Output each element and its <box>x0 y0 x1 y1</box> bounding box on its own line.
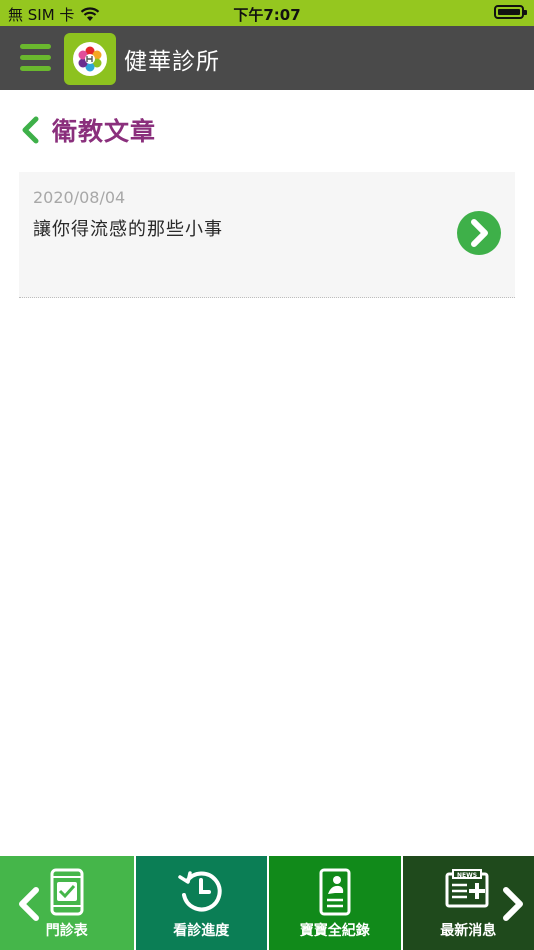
svg-text:NEWS: NEWS <box>457 872 477 879</box>
nav-visit-progress[interactable]: 看診進度 <box>133 856 267 950</box>
article-date: 2020/08/04 <box>33 188 126 207</box>
menu-bar <box>20 66 51 71</box>
menu-bar <box>20 55 51 60</box>
article-title: 讓你得流感的那些小事 <box>33 219 223 240</box>
nav-label: 最新消息 <box>440 923 497 939</box>
nav-clinic-schedule[interactable]: 門診表 <box>0 856 134 950</box>
section-header: 衛教文章 <box>20 112 156 148</box>
menu-bar <box>20 44 51 49</box>
app-header: 健華診所 <box>0 26 534 90</box>
nav-label: 看診進度 <box>173 923 230 939</box>
nav-label: 門診表 <box>45 923 88 939</box>
app-title: 健華診所 <box>124 49 220 75</box>
chevron-right-icon[interactable] <box>500 886 526 922</box>
nav-baby-record[interactable]: 寶寶全紀錄 <box>267 856 401 950</box>
nav-label: 寶寶全紀錄 <box>299 923 370 939</box>
flower-logo-icon <box>73 42 107 76</box>
clinic-logo <box>64 33 116 85</box>
clock-history-icon <box>178 871 222 912</box>
status-right <box>494 5 527 19</box>
phone-check-icon <box>50 868 84 916</box>
article-card[interactable]: 2020/08/04 讓你得流感的那些小事 <box>19 172 515 298</box>
baby-record-icon <box>319 868 351 916</box>
status-bar: 無 SIM 卡 下午7:07 <box>0 0 534 26</box>
back-chevron-icon[interactable] <box>20 116 42 144</box>
menu-button[interactable] <box>20 44 51 72</box>
bottom-nav: 門診表 看診進度 寶寶全紀錄 NEWS 最新消息 <box>0 856 534 950</box>
section-title: 衛教文章 <box>52 117 157 146</box>
status-time: 下午7:07 <box>233 6 301 24</box>
news-icon: NEWS <box>445 869 489 908</box>
battery-icon <box>494 5 527 19</box>
nav-latest-news[interactable]: NEWS 最新消息 <box>400 856 534 950</box>
chevron-right-icon[interactable] <box>457 211 501 255</box>
